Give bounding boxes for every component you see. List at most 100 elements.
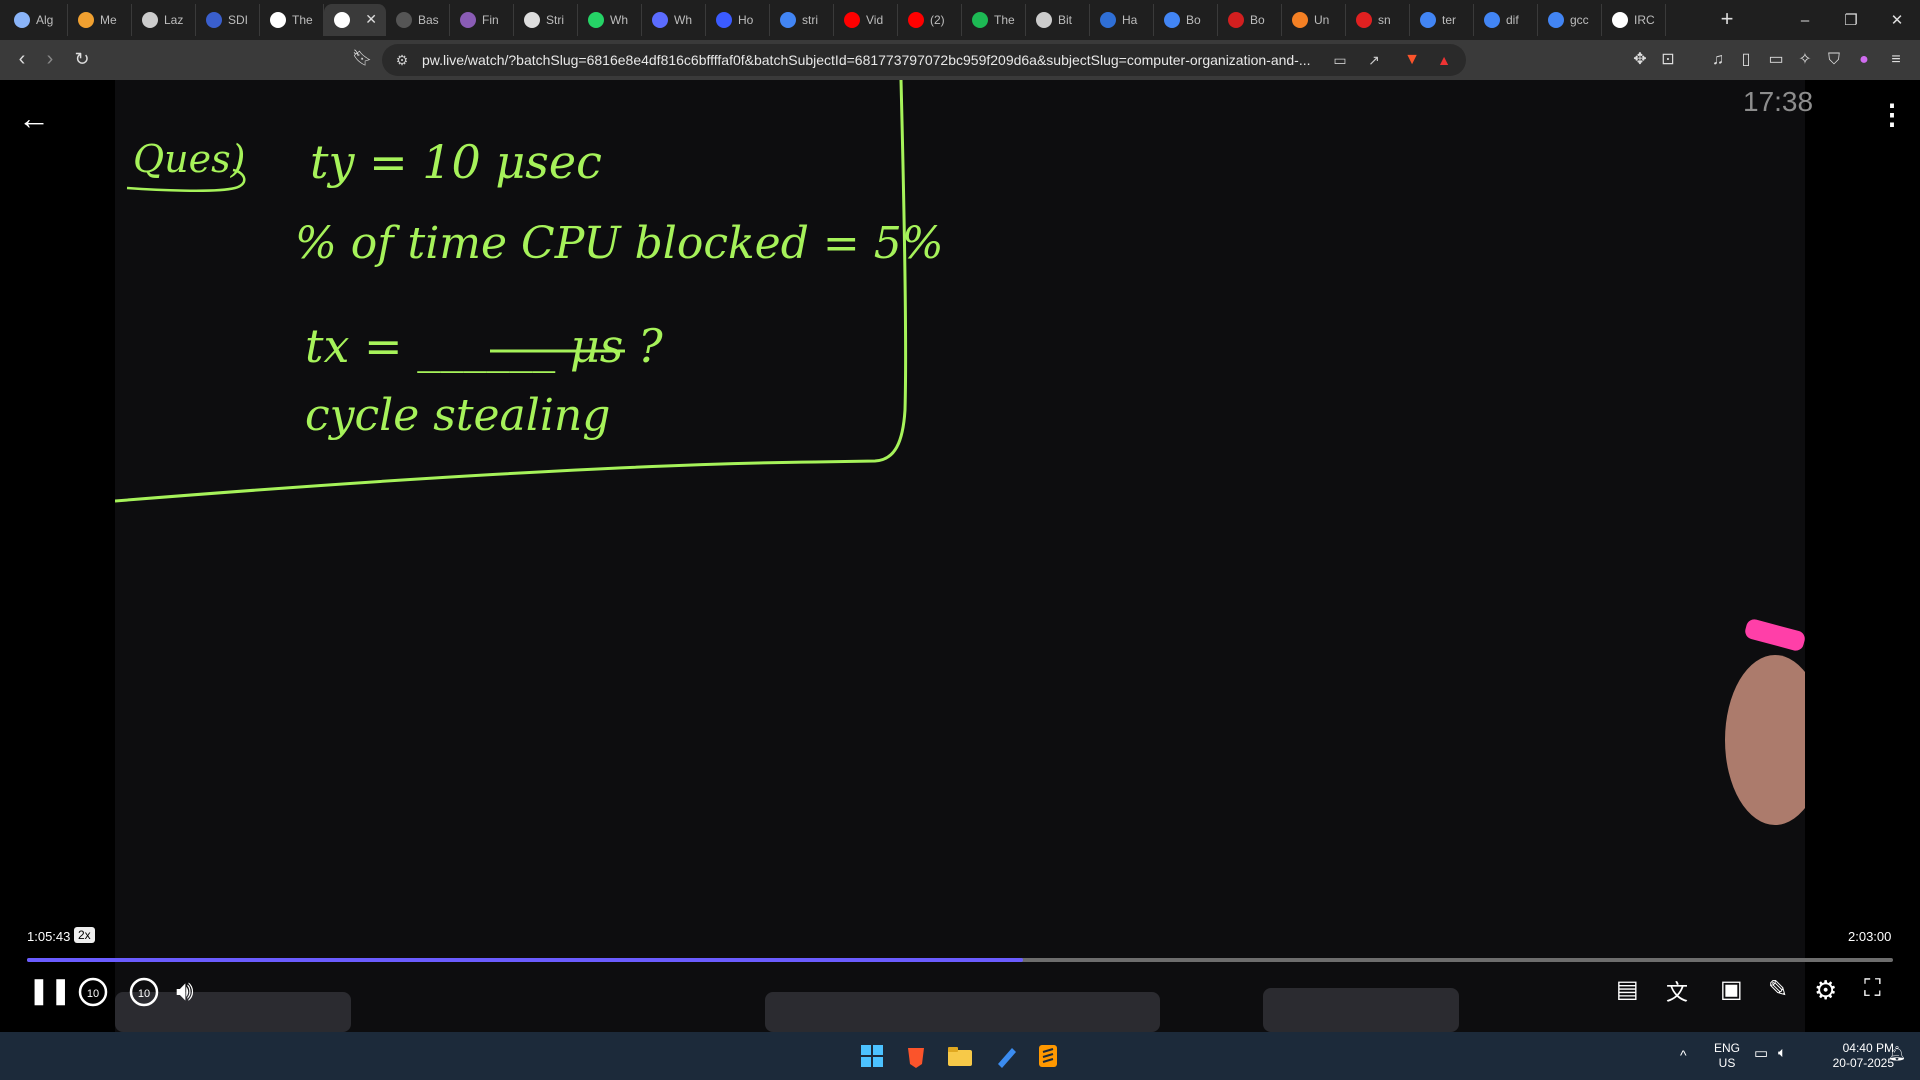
browser-tab-strip: Alg Me Laz SDI The ✕ Bas Fin Stri Wh Wh Ho stri Vid (2… [0, 0, 1920, 40]
tab-label: Ho [738, 13, 754, 27]
board-line-ques: Ques) [133, 137, 245, 181]
more-options-icon[interactable]: ⋮ [1878, 98, 1906, 131]
tab-favicon-icon [1100, 12, 1116, 28]
browser-tab[interactable]: Bit [1026, 4, 1090, 36]
site-settings-icon[interactable]: ⚙ [392, 50, 412, 70]
browser-tab[interactable]: Ha [1090, 4, 1154, 36]
system-clock[interactable]: 04:40 PM 20-07-2025 [1810, 1041, 1894, 1071]
browser-tab[interactable]: dif [1474, 4, 1538, 36]
video-player[interactable]: Ques) ty = 10 μsec % of time CPU blocked… [0, 80, 1920, 1032]
browser-tab[interactable]: Wh [642, 4, 706, 36]
tab-favicon-icon [652, 12, 668, 28]
leo-ai-icon[interactable]: ✧ [1793, 48, 1817, 72]
tray-overflow-icon[interactable]: ^ [1680, 1048, 1687, 1063]
vpn-icon[interactable]: ⛉ [1822, 48, 1846, 72]
notification-bell-icon[interactable]: 🔔︎ [1888, 1046, 1906, 1061]
settings-gear-icon[interactable]: ⚙ [1814, 975, 1837, 1006]
forward-10-button[interactable]: 10 [127, 975, 161, 1009]
browser-tab[interactable]: Ho [706, 4, 770, 36]
fullscreen-icon[interactable]: ⛶ [1864, 975, 1881, 1003]
clock-time: 04:40 PM [1842, 1041, 1894, 1055]
bookmark-icon[interactable]: 🔖︎ [350, 48, 374, 72]
notes-icon[interactable]: ✎ [1768, 975, 1788, 1004]
cast-icon[interactable]: ▭ [1330, 50, 1350, 70]
browser-tab[interactable]: Alg [4, 4, 68, 36]
brave-rewards-icon[interactable]: ▲ [1434, 50, 1454, 70]
minimize-button[interactable]: – [1782, 0, 1828, 40]
share-icon[interactable]: ↗ [1364, 50, 1384, 70]
brave-shields-icon[interactable]: ▼ [1402, 50, 1422, 70]
tab-favicon-icon [1548, 12, 1564, 28]
menu-icon[interactable]: ≡ [1884, 48, 1908, 72]
pause-button[interactable]: ❚❚ [28, 975, 72, 1006]
browser-tab[interactable]: IRC [1602, 4, 1666, 36]
browser-tab[interactable]: (2) [898, 4, 962, 36]
sublime-text-icon[interactable] [1032, 1040, 1064, 1072]
browser-tab[interactable]: Bas [386, 4, 450, 36]
browser-tab[interactable]: Me [68, 4, 132, 36]
browser-tab[interactable]: gcc [1538, 4, 1602, 36]
tab-close-icon[interactable]: ✕ [365, 11, 377, 28]
tab-label: ter [1442, 13, 1457, 27]
tab-label: Bas [418, 13, 439, 27]
tab-label: Wh [610, 13, 628, 27]
reload-button[interactable]: ↻ [70, 48, 94, 72]
seek-bar[interactable] [27, 958, 1893, 962]
editor-pen-icon[interactable] [990, 1040, 1022, 1072]
browser-tab[interactable]: Stri [514, 4, 578, 36]
browser-tab[interactable]: Un [1282, 4, 1346, 36]
region-code: US [1718, 1056, 1736, 1070]
url-text[interactable]: pw.live/watch/?batchSlug=6816e8e4df816c6… [422, 52, 1347, 68]
chat-icon[interactable]: ▤ [1616, 975, 1639, 1004]
tab-favicon-icon [1164, 12, 1180, 28]
extensions-icon[interactable]: ✥ [1628, 48, 1652, 72]
tab-label: IRC [1634, 13, 1655, 27]
tab-favicon-icon [270, 12, 286, 28]
file-explorer-icon[interactable] [944, 1040, 976, 1072]
screenshot-icon[interactable]: ⊡ [1656, 48, 1680, 72]
browser-tab[interactable]: The [260, 4, 324, 36]
browser-toolbar: ‹ › ↻ 🔖︎ ⚙ pw.live/watch/?batchSlug=6816… [0, 40, 1920, 80]
board-line-cycle: cycle stealing [305, 390, 610, 441]
browser-tab[interactable]: The [962, 4, 1026, 36]
brave-browser-icon[interactable] [900, 1040, 932, 1072]
back-button[interactable]: ‹ [10, 48, 34, 72]
tab-favicon-icon [908, 12, 924, 28]
forward-button[interactable]: › [38, 48, 62, 72]
wallet-icon[interactable]: ▭ [1764, 48, 1788, 72]
mini-player-icon[interactable]: ▣ [1720, 975, 1743, 1004]
rewind-10-button[interactable]: 10 [76, 975, 110, 1009]
browser-tab[interactable]: Fin [450, 4, 514, 36]
browser-tab[interactable]: Laz [132, 4, 196, 36]
restore-button[interactable]: ❐ [1828, 0, 1874, 40]
browser-tab[interactable]: ✕ [324, 4, 386, 36]
translate-icon[interactable]: 文 [1666, 975, 1688, 1007]
browser-tab[interactable]: Wh [578, 4, 642, 36]
playback-speed-badge[interactable]: 2x [74, 927, 95, 943]
volume-icon[interactable]: 🔊︎ [176, 975, 194, 1008]
browser-tab[interactable]: Bo [1218, 4, 1282, 36]
profile-icon[interactable]: ● [1852, 48, 1876, 72]
browser-tab[interactable]: Vid [834, 4, 898, 36]
media-icon[interactable]: ♫ [1706, 48, 1730, 72]
browser-tab[interactable]: Bo [1154, 4, 1218, 36]
windows-taskbar: ^ ENG US ▭ 🔈︎ 04:40 PM 20-07-2025 🔔︎ [0, 1032, 1920, 1080]
tab-favicon-icon [460, 12, 476, 28]
browser-tab[interactable]: sn [1346, 4, 1410, 36]
browser-tab[interactable]: ter [1410, 4, 1474, 36]
speaker-icon[interactable]: 🔈︎ [1778, 1045, 1786, 1060]
player-back-arrow-icon[interactable]: ← [18, 100, 50, 137]
tab-favicon-icon [396, 12, 412, 28]
language-indicator[interactable]: ENG US [1714, 1041, 1740, 1071]
network-icon[interactable]: ▭ [1754, 1046, 1768, 1061]
new-tab-button[interactable]: + [1710, 6, 1744, 32]
windows-start-icon[interactable] [856, 1040, 888, 1072]
tab-favicon-icon [14, 12, 30, 28]
sidebar-icon[interactable]: ▯ [1734, 48, 1758, 72]
browser-tab[interactable]: stri [770, 4, 834, 36]
address-bar[interactable]: ⚙ pw.live/watch/?batchSlug=6816e8e4df816… [382, 44, 1466, 76]
browser-tab[interactable]: SDI [196, 4, 260, 36]
current-time: 1:05:43 [27, 929, 71, 944]
tab-favicon-icon [1292, 12, 1308, 28]
close-window-button[interactable]: ✕ [1874, 0, 1920, 40]
